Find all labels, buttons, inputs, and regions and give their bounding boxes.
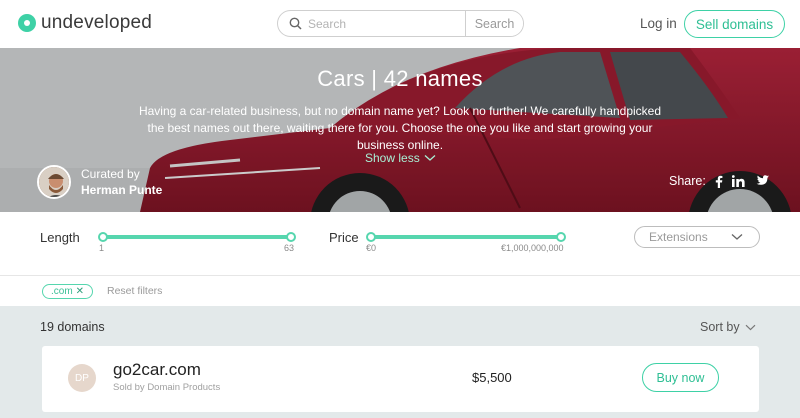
curator-info: Curated by Herman Punte: [37, 165, 162, 199]
length-max-value: 63: [284, 243, 295, 253]
length-slider-track[interactable]: [103, 235, 291, 239]
active-filters: .com ✕ Reset filters: [0, 277, 800, 306]
login-link[interactable]: Log in: [640, 16, 677, 31]
extensions-placeholder: Extensions: [649, 230, 708, 244]
domain-card[interactable]: DP go2car.com Sold by Domain Products $5…: [42, 346, 759, 412]
search-icon: [282, 11, 308, 36]
curator-name[interactable]: Herman Punte: [81, 182, 162, 198]
show-less-toggle[interactable]: Show less: [365, 151, 436, 165]
results-section: 19 domains Sort by DP go2car.com Sold by…: [0, 306, 800, 418]
length-slider-max-handle[interactable]: [286, 232, 296, 242]
chevron-down-icon: [745, 324, 756, 330]
seller-name: Sold by Domain Products: [113, 382, 221, 393]
sort-label: Sort by: [700, 320, 740, 334]
close-icon[interactable]: ✕: [76, 286, 84, 297]
brand-logo[interactable]: undeveloped: [18, 12, 152, 34]
search-bar: Search: [277, 10, 524, 37]
reset-filters-link[interactable]: Reset filters: [107, 285, 162, 297]
price-slider-track[interactable]: [371, 235, 561, 239]
domain-price: $5,500: [472, 370, 512, 385]
search-button[interactable]: Search: [465, 11, 523, 36]
price-max-value: €1,000,000,000: [501, 243, 564, 253]
sort-dropdown[interactable]: Sort by: [700, 320, 756, 334]
length-filter-label: Length: [40, 230, 80, 245]
show-less-label: Show less: [365, 151, 420, 165]
twitter-icon[interactable]: [754, 175, 769, 187]
search-input[interactable]: [308, 16, 466, 31]
share-label: Share:: [669, 174, 706, 188]
filter-chip-label: .com: [51, 286, 73, 297]
facebook-icon[interactable]: [715, 175, 723, 188]
curated-by-label: Curated by: [81, 167, 140, 181]
results-count: 19 domains: [40, 320, 105, 334]
filter-chip-com[interactable]: .com ✕: [42, 284, 94, 299]
domain-name[interactable]: go2car.com: [113, 360, 201, 380]
top-header: undeveloped Search Log in Sell domains: [0, 0, 800, 48]
brand-name: undeveloped: [41, 12, 153, 33]
curator-avatar[interactable]: [37, 165, 71, 199]
chevron-down-icon: [424, 155, 436, 161]
extensions-dropdown[interactable]: Extensions: [634, 226, 760, 248]
collection-description: Having a car-related business, but no do…: [138, 104, 662, 152]
length-min-value: 1: [99, 243, 105, 253]
length-slider-min-handle[interactable]: [98, 232, 108, 242]
buy-now-button[interactable]: Buy now: [642, 363, 719, 392]
linkedin-icon[interactable]: [731, 175, 745, 187]
seller-avatar: DP: [68, 364, 96, 392]
price-min-value: €0: [366, 243, 377, 253]
price-slider-max-handle[interactable]: [556, 232, 566, 242]
chevron-down-icon: [731, 234, 743, 240]
sell-domains-button[interactable]: Sell domains: [684, 10, 785, 38]
share-bar: Share:: [669, 174, 769, 188]
collection-hero: Cars | 42 names Having a car-related bus…: [0, 48, 800, 212]
filter-bar: Length 1 63 Price €0 €1,000,000,000 Exte…: [0, 212, 800, 276]
logo-mark-icon: [18, 14, 36, 32]
price-filter-label: Price: [329, 230, 359, 245]
collection-title: Cars | 42 names: [317, 66, 483, 91]
price-slider-min-handle[interactable]: [366, 232, 376, 242]
